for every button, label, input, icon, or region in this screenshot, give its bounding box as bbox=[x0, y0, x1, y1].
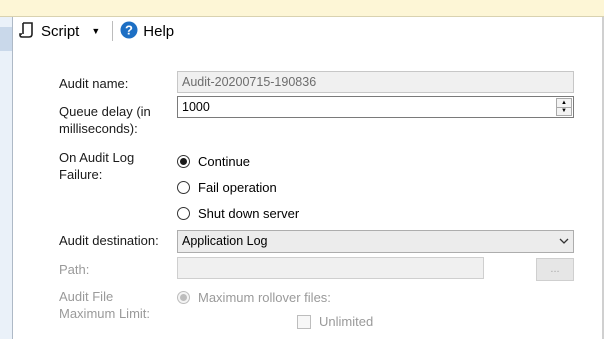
checkbox-icon bbox=[297, 314, 311, 329]
help-icon: ? bbox=[120, 21, 138, 42]
path-label: Path: bbox=[59, 262, 90, 277]
audit-destination-select[interactable]: Application Log bbox=[177, 230, 574, 253]
radio-selected-icon bbox=[177, 155, 190, 168]
script-icon bbox=[18, 21, 36, 42]
audit-destination-label: Audit destination: bbox=[59, 233, 159, 248]
queue-delay-stepper[interactable]: 1000 ▲ ▼ bbox=[177, 96, 574, 118]
chevron-down-icon[interactable]: ▼ bbox=[91, 26, 100, 36]
max-rollover-radio: Maximum rollover files: bbox=[177, 290, 331, 305]
radio-unselected-icon bbox=[177, 207, 190, 220]
chevron-down-icon bbox=[559, 231, 569, 251]
unlimited-checkbox: Unlimited bbox=[297, 314, 373, 329]
audit-destination-value: Application Log bbox=[182, 234, 268, 248]
continue-radio[interactable]: Continue bbox=[177, 154, 250, 169]
audit-name-label: Audit name: bbox=[59, 76, 129, 91]
browse-button: ... bbox=[536, 258, 574, 281]
panel-selector-notch bbox=[0, 27, 12, 51]
queue-delay-value: 1000 bbox=[182, 100, 210, 114]
file-limit-label: Audit File Maximum Limit: bbox=[59, 289, 151, 321]
help-label: Help bbox=[143, 22, 175, 40]
queue-delay-label: Queue delay (in milliseconds): bbox=[59, 104, 151, 136]
spin-down-button[interactable]: ▼ bbox=[556, 107, 572, 116]
spin-up-button[interactable]: ▲ bbox=[556, 98, 572, 108]
toolbar: Script ▼ ? Help bbox=[14, 17, 178, 45]
radio-unselected-icon bbox=[177, 181, 190, 194]
shut-down-server-radio[interactable]: Shut down server bbox=[177, 206, 299, 221]
toolbar-separator bbox=[112, 21, 114, 41]
radio-selected-icon bbox=[177, 291, 190, 304]
left-panel-edge bbox=[0, 17, 13, 339]
queue-delay-spin: ▲ ▼ bbox=[556, 98, 572, 116]
info-bar bbox=[0, 0, 604, 17]
script-label: Script bbox=[41, 22, 80, 40]
help-button[interactable]: ? Help bbox=[116, 20, 178, 42]
svg-text:?: ? bbox=[125, 22, 133, 37]
on-failure-label: On Audit Log Failure: bbox=[59, 150, 135, 182]
audit-name-field: Audit-20200715-190836 bbox=[177, 71, 574, 93]
path-field bbox=[177, 257, 484, 279]
script-button[interactable]: Script ▼ bbox=[14, 20, 108, 42]
fail-operation-radio[interactable]: Fail operation bbox=[177, 180, 277, 195]
